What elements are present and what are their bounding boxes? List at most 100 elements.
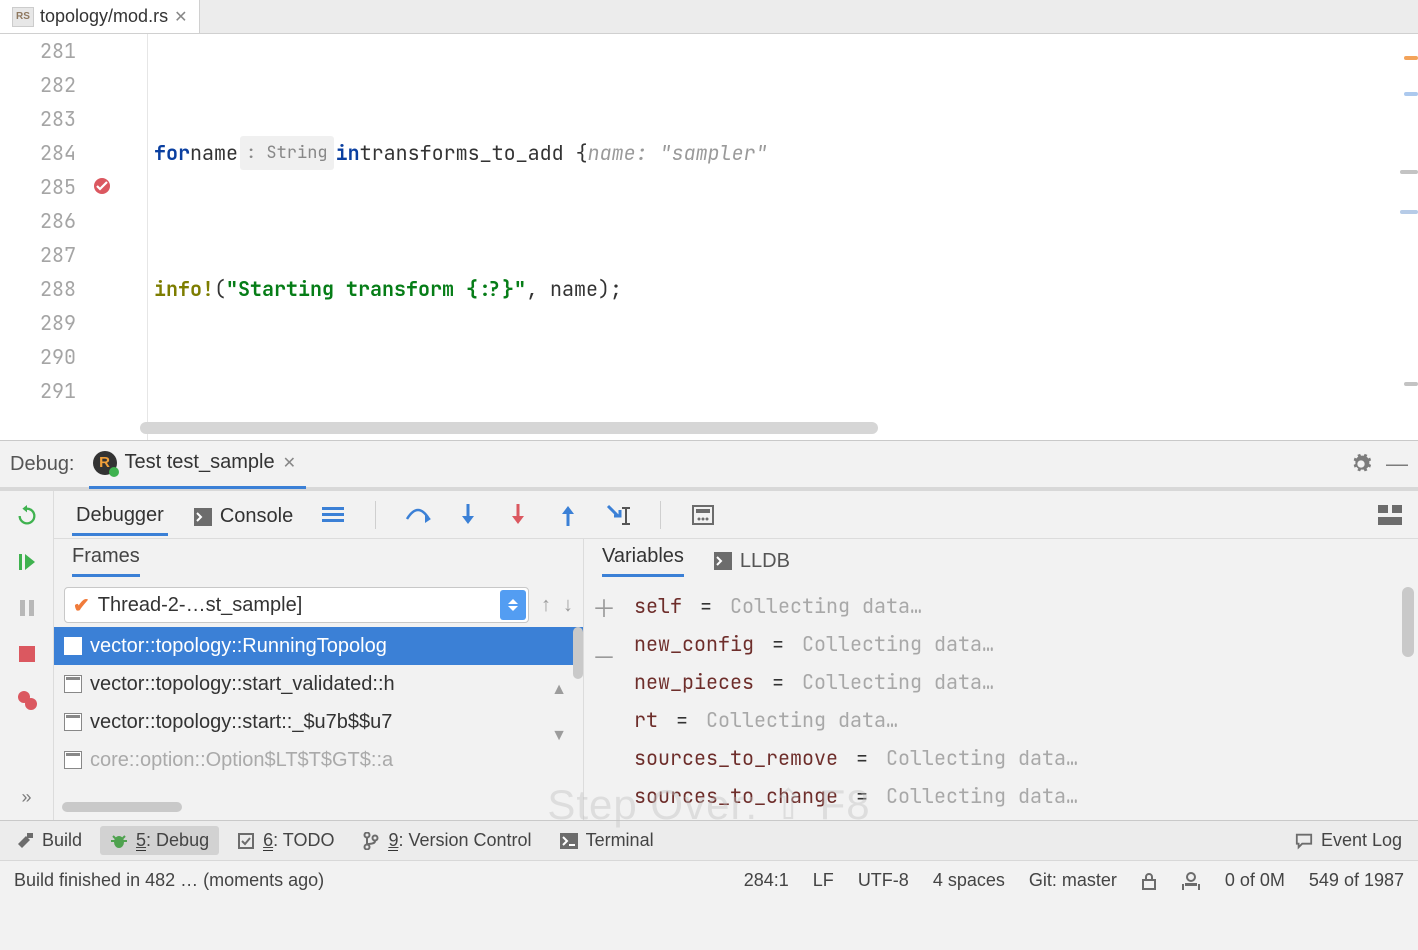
- tw-terminal[interactable]: Terminal: [550, 826, 664, 855]
- frame-icon: [64, 751, 82, 769]
- stop-icon[interactable]: [12, 639, 42, 669]
- terminal-icon: [560, 832, 578, 850]
- debug-label: Debug:: [10, 453, 75, 476]
- status-bar: Build finished in 482 … (moments ago) 28…: [0, 860, 1418, 900]
- debugger-toolbar: Debugger Console: [54, 491, 1418, 539]
- minimize-icon[interactable]: —: [1386, 451, 1408, 477]
- todo-icon: [237, 832, 255, 850]
- code-area[interactable]: for name: String in transforms_to_add { …: [148, 34, 1418, 440]
- variable-row[interactable]: new_config = Collecting data…: [634, 625, 1388, 663]
- tab-lldb[interactable]: LLDB: [714, 550, 790, 573]
- gear-icon[interactable]: [1350, 453, 1372, 475]
- variable-row[interactable]: self = Collecting data…: [634, 587, 1388, 625]
- status-memory[interactable]: 0 of 0M: [1225, 870, 1285, 891]
- console-icon: [194, 508, 212, 526]
- close-icon[interactable]: ✕: [283, 453, 296, 473]
- tw-build[interactable]: Build: [6, 826, 92, 855]
- thread-selector-text: Thread-2-…st_sample]: [98, 594, 303, 617]
- code-editor[interactable]: 281282283284285286287288289290291 for na…: [0, 34, 1418, 440]
- editor-marker-strip[interactable]: [1400, 34, 1418, 440]
- threads-icon[interactable]: [319, 501, 347, 529]
- tw-debug[interactable]: 5: Debug: [100, 826, 219, 855]
- rust-run-icon: R: [93, 451, 117, 475]
- dropdown-icon[interactable]: [500, 590, 526, 620]
- tw-event-log[interactable]: Event Log: [1285, 826, 1412, 855]
- frame-icon: [64, 637, 82, 655]
- lock-icon[interactable]: [1141, 872, 1157, 890]
- variable-row[interactable]: new_pieces = Collecting data…: [634, 663, 1388, 701]
- variables-header[interactable]: Variables: [602, 545, 684, 577]
- evaluate-expression-icon[interactable]: [689, 501, 717, 529]
- file-tab-title: topology/mod.rs: [40, 6, 168, 27]
- variables-vertical-scrollbar[interactable]: [1402, 587, 1414, 657]
- debug-action-strip: »: [0, 491, 54, 820]
- check-icon: ✔: [73, 593, 90, 618]
- frames-horizontal-scrollbar[interactable]: [62, 802, 575, 816]
- status-indent[interactable]: 4 spaces: [933, 870, 1005, 891]
- frame-item[interactable]: core::option::Option$LT$T$GT$::a: [54, 741, 583, 779]
- variables-action-strip: ＋ －: [584, 583, 624, 820]
- file-tab[interactable]: topology/mod.rs ✕: [0, 0, 200, 33]
- tool-window-bar: Build 5: Debug 6: TODO 9: Version Contro…: [0, 820, 1418, 860]
- status-caret-position[interactable]: 284:1: [744, 870, 789, 891]
- frame-icon: [64, 713, 82, 731]
- console-icon: [714, 552, 732, 570]
- step-out-icon[interactable]: [554, 501, 582, 529]
- status-line-ending[interactable]: LF: [813, 870, 834, 891]
- close-icon[interactable]: ✕: [174, 7, 187, 27]
- frames-header[interactable]: Frames: [72, 545, 140, 577]
- inspector-icon[interactable]: [1181, 871, 1201, 891]
- debug-tool-window: Debug: R Test test_sample ✕ — »: [0, 440, 1418, 820]
- variable-row[interactable]: sources_to_change = Collecting data…: [634, 777, 1388, 815]
- bug-icon: [110, 832, 128, 850]
- run-to-cursor-icon[interactable]: [604, 501, 632, 529]
- next-frame-icon[interactable]: ↓: [563, 594, 573, 617]
- step-over-icon[interactable]: [404, 501, 432, 529]
- step-into-icon[interactable]: [454, 501, 482, 529]
- code-line: info!("Starting transform {:?}", name);: [148, 272, 1418, 306]
- speech-bubble-icon: [1295, 832, 1313, 850]
- pause-icon[interactable]: [12, 593, 42, 623]
- remove-watch-icon[interactable]: －: [592, 638, 616, 673]
- editor-horizontal-scrollbar[interactable]: [140, 422, 878, 434]
- frames-pane: Frames ✔ Thread-2-…st_sample] ↑ ↓ vector…: [54, 539, 584, 820]
- status-row-count[interactable]: 549 of 1987: [1309, 870, 1404, 891]
- variables-list[interactable]: self = Collecting data…new_config = Coll…: [624, 583, 1398, 820]
- frames-scroll-arrows[interactable]: ▲▼: [551, 681, 567, 745]
- hammer-icon: [16, 832, 34, 850]
- thread-selector[interactable]: ✔ Thread-2-…st_sample]: [64, 587, 529, 623]
- prev-frame-icon[interactable]: ↑: [541, 594, 551, 617]
- frame-item[interactable]: vector::topology::start_validated::h: [54, 665, 583, 703]
- code-line: for name: String in transforms_to_add { …: [148, 136, 1418, 170]
- branch-icon: [362, 832, 380, 850]
- view-breakpoints-icon[interactable]: [12, 685, 42, 715]
- variables-pane: Variables LLDB ＋ － self = Collecting dat…: [584, 539, 1418, 820]
- frames-list[interactable]: vector::topology::RunningTopolog vector:…: [54, 627, 583, 798]
- tab-debugger[interactable]: Debugger: [72, 494, 168, 536]
- run-config-name: Test test_sample: [125, 451, 275, 474]
- fold-gutter: [130, 34, 148, 440]
- editor-tabbar: topology/mod.rs ✕: [0, 0, 1418, 34]
- breakpoint-checked-icon[interactable]: [92, 176, 112, 196]
- add-watch-icon[interactable]: ＋: [592, 589, 616, 624]
- run-configuration-tab[interactable]: R Test test_sample ✕: [89, 439, 306, 489]
- frame-item[interactable]: vector::topology::start::_$u7b$$u7: [54, 703, 583, 741]
- variable-row[interactable]: rt = Collecting data…: [634, 701, 1388, 739]
- layout-settings-icon[interactable]: [1376, 501, 1404, 529]
- frames-vertical-scrollbar[interactable]: [573, 627, 583, 679]
- rerun-icon[interactable]: [12, 501, 42, 531]
- tw-vcs[interactable]: 9: Version Control: [352, 826, 541, 855]
- frame-item[interactable]: vector::topology::RunningTopolog: [54, 627, 583, 665]
- frame-icon: [64, 675, 82, 693]
- gutter-icons: [88, 34, 130, 440]
- line-number-gutter: 281282283284285286287288289290291: [0, 34, 88, 440]
- status-build-message: Build finished in 482 … (moments ago): [14, 870, 324, 891]
- status-encoding[interactable]: UTF-8: [858, 870, 909, 891]
- status-git-branch[interactable]: Git: master: [1029, 870, 1117, 891]
- tab-console[interactable]: Console: [190, 495, 297, 534]
- tw-todo[interactable]: 6: TODO: [227, 826, 344, 855]
- resume-icon[interactable]: [12, 547, 42, 577]
- more-icon[interactable]: »: [12, 782, 42, 812]
- force-step-into-icon[interactable]: [504, 501, 532, 529]
- variable-row[interactable]: sources_to_remove = Collecting data…: [634, 739, 1388, 777]
